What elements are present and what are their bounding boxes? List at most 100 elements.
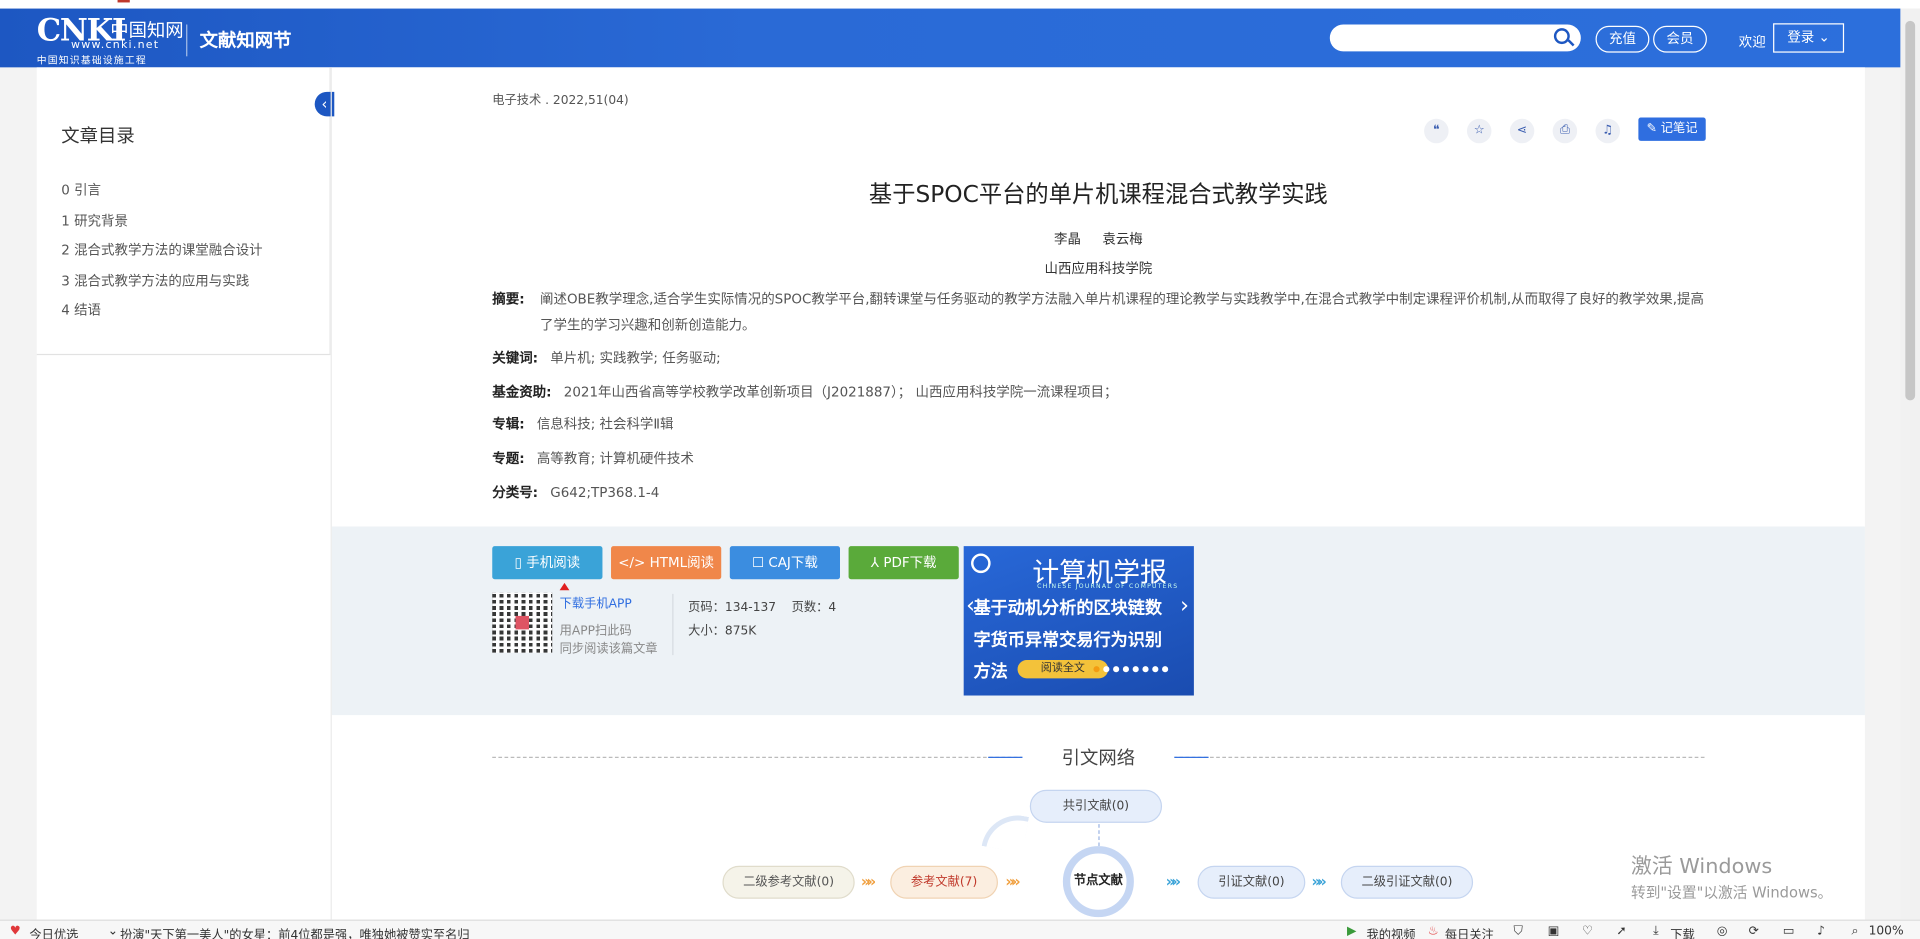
carousel-dot[interactable] xyxy=(1113,666,1120,673)
red-triangle-icon xyxy=(559,582,570,591)
cnki-logo[interactable]: CNKI 中国知网 www.cnki.net 中国知识基础设施工程 xyxy=(37,15,184,66)
download-app-link[interactable]: 下载手机APP xyxy=(560,593,632,611)
carousel-dot[interactable] xyxy=(1162,666,1169,673)
arrow-icon: »» xyxy=(1005,873,1020,891)
shield-icon[interactable]: ⛉ xyxy=(1513,924,1522,937)
my-video[interactable]: 我的视频 xyxy=(1367,924,1416,939)
topic-label: 专题: xyxy=(492,450,525,467)
co-citation-node[interactable]: 共引文献(0) xyxy=(1029,789,1163,823)
daily-focus[interactable]: 每日关注 xyxy=(1445,924,1494,939)
ad-line2: 字货币异常交易行为识别 xyxy=(973,630,1163,651)
article-organization[interactable]: 山西应用科技学院 xyxy=(492,258,1704,278)
carousel-dot[interactable] xyxy=(1152,666,1159,673)
toc-item[interactable]: 0 引言 xyxy=(61,180,262,210)
fund-row: 基金资助: 2021年山西省高等学校教学改革创新项目（J2021887）； 山西应… xyxy=(492,380,1117,406)
journal-logo-icon xyxy=(971,553,991,574)
ad-line3: 方法 xyxy=(973,662,1008,683)
class-label: 分类号: xyxy=(492,484,539,501)
reference-node[interactable]: 参考文献(7) xyxy=(890,865,998,899)
take-note-button[interactable]: ✎ 记笔记 xyxy=(1638,117,1706,141)
search-input[interactable] xyxy=(1329,24,1581,52)
citation-title: 引文网络 xyxy=(492,744,1704,770)
watermark-line2: 转到"设置"以激活 Windows。 xyxy=(1631,884,1833,902)
share-icon[interactable]: ⋖ xyxy=(1509,118,1535,144)
secondary-citing-node[interactable]: 二级引证文献(0) xyxy=(1340,865,1474,899)
heart-outline-icon[interactable]: ♡ xyxy=(1582,924,1593,937)
speaker-icon[interactable]: ♪ xyxy=(1817,924,1825,937)
zoom-icon: ⌕ xyxy=(1851,924,1859,938)
logo-subtitle: 中国知识基础设施工程 xyxy=(36,55,147,67)
curved-arrow-icon xyxy=(981,809,1030,854)
top-strip xyxy=(0,0,1920,9)
carousel-dot[interactable] xyxy=(1122,666,1129,673)
secondary-reference-node[interactable]: 二级参考文献(0) xyxy=(722,865,855,899)
toc-item[interactable]: 1 研究背景 xyxy=(61,210,262,240)
chevron-left-icon[interactable]: ‹ xyxy=(966,593,975,619)
image-icon[interactable]: ▣ xyxy=(1548,924,1560,937)
welcome-text: 欢迎 xyxy=(1738,34,1766,51)
abstract-text: 阐述OBE教学理念,适合学生实际情况的SPOC教学平台,翻转课堂与任务驱动的教学… xyxy=(540,291,1705,334)
bell-icon[interactable]: ♫ xyxy=(1595,118,1621,144)
abstract: 摘要: 阐述OBE教学理念,适合学生实际情况的SPOC教学平台,翻转课堂与任务驱… xyxy=(492,287,1704,338)
rocket-icon[interactable]: ➚ xyxy=(1616,924,1626,937)
caj-download-button[interactable]: ☐ CAJ下载 xyxy=(729,546,841,580)
mobile-read-button[interactable]: ▯ 手机阅读 xyxy=(492,546,603,580)
page-count: 页数：4 xyxy=(791,601,837,615)
pdf-download-label: PDF下载 xyxy=(883,554,937,571)
window-icon[interactable]: ▭ xyxy=(1783,924,1795,937)
ad-banner[interactable]: 计算机学报 CHINESE JOURNAL OF COMPUTERS 基于动机分… xyxy=(963,546,1194,696)
keywords-label: 关键词: xyxy=(492,350,539,367)
journal-source[interactable]: 电子技术 . 2022,51(04) xyxy=(492,89,628,107)
carousel-dot[interactable] xyxy=(1142,666,1149,673)
class-value: G642;TP368.1-4 xyxy=(550,484,660,501)
article-authors[interactable]: 李晶 袁云梅 xyxy=(492,229,1704,249)
vertical-scrollbar[interactable] xyxy=(1900,8,1920,920)
toc-item[interactable]: 4 结语 xyxy=(61,300,262,330)
node-document[interactable]: 节点文献 xyxy=(1062,846,1134,918)
keywords-row: 关键词: 单片机; 实践教学; 任务驱动; xyxy=(492,345,720,371)
scan-hint: 用APP扫此码 同步阅读该篇文章 xyxy=(560,622,658,659)
play-icon: ▶ xyxy=(1346,924,1357,938)
toc-item[interactable]: 3 混合式教学方法的应用与实践 xyxy=(61,270,262,300)
file-size: 大小：875K xyxy=(688,624,757,638)
print-icon[interactable]: ⎙ xyxy=(1552,118,1578,144)
citing-node[interactable]: 引证文献(0) xyxy=(1197,865,1306,899)
chevron-right-icon[interactable]: › xyxy=(1180,593,1189,619)
download-band: ▯ 手机阅读 </> HTML阅读 ☐ CAJ下载 ⅄ PDF下载 下载手机AP… xyxy=(331,526,1865,716)
html-read-button[interactable]: </> HTML阅读 xyxy=(611,546,722,580)
login-label: 登录 xyxy=(1787,29,1815,46)
carousel-dot[interactable] xyxy=(1093,666,1100,673)
scan-hint-line2: 同步阅读该篇文章 xyxy=(559,642,658,657)
toc-item[interactable]: 2 混合式教学方法的课堂融合设计 xyxy=(61,240,262,270)
abstract-label: 摘要: xyxy=(492,291,525,308)
recharge-button[interactable]: 充值 xyxy=(1595,25,1650,53)
class-row: 分类号: G642;TP368.1-4 xyxy=(492,480,659,506)
today-picks[interactable]: 今日优选 xyxy=(29,924,78,939)
browser-status-bar: ♥ 今日优选 ⌄ 扮演"天下第一美人"的女星：前4位都是强，唯独她被赞实至名归 … xyxy=(0,919,1920,939)
watermark-line1: 激活 Windows xyxy=(1631,854,1773,880)
caj-download-label: CAJ下载 xyxy=(768,554,818,571)
search-icon[interactable] xyxy=(1553,28,1570,45)
connector-line xyxy=(1098,824,1100,847)
header-bar: CNKI 中国知网 www.cnki.net 中国知识基础设施工程 文献知网节 … xyxy=(0,8,1901,68)
fund-value[interactable]: 2021年山西省高等学校教学改革创新项目（J2021887）； 山西应用科技学院… xyxy=(564,384,1118,400)
scrollbar-thumb[interactable] xyxy=(1905,20,1916,401)
zoom-level[interactable]: 100% xyxy=(1869,924,1904,937)
star-icon[interactable]: ☆ xyxy=(1466,118,1492,144)
member-button[interactable]: 会员 xyxy=(1653,25,1707,53)
carousel-dot[interactable] xyxy=(1103,666,1110,673)
take-note-label: 记笔记 xyxy=(1660,122,1698,136)
gamepad-icon[interactable]: ◎ xyxy=(1717,924,1728,937)
keywords-value[interactable]: 单片机; 实践教学; 任务驱动; xyxy=(550,350,720,366)
carousel-dot[interactable] xyxy=(1132,666,1139,673)
news-ticker[interactable]: 扮演"天下第一美人"的女星：前4位都是强，唯独她被赞实至名归 xyxy=(120,924,470,939)
arrow-icon: »» xyxy=(1165,873,1181,891)
heart-icon: ♥ xyxy=(9,924,21,938)
quote-icon[interactable]: ❝ xyxy=(1424,118,1449,144)
login-button[interactable]: 登录 ⌄ xyxy=(1773,23,1845,53)
pdf-download-button[interactable]: ⅄ PDF下载 xyxy=(848,546,959,580)
brand-title[interactable]: 文献知网节 xyxy=(200,27,292,53)
page-range: 页码：134-137 xyxy=(688,601,777,615)
refresh-icon[interactable]: ⟳ xyxy=(1749,924,1759,937)
download-link[interactable]: 下载 xyxy=(1670,924,1694,939)
